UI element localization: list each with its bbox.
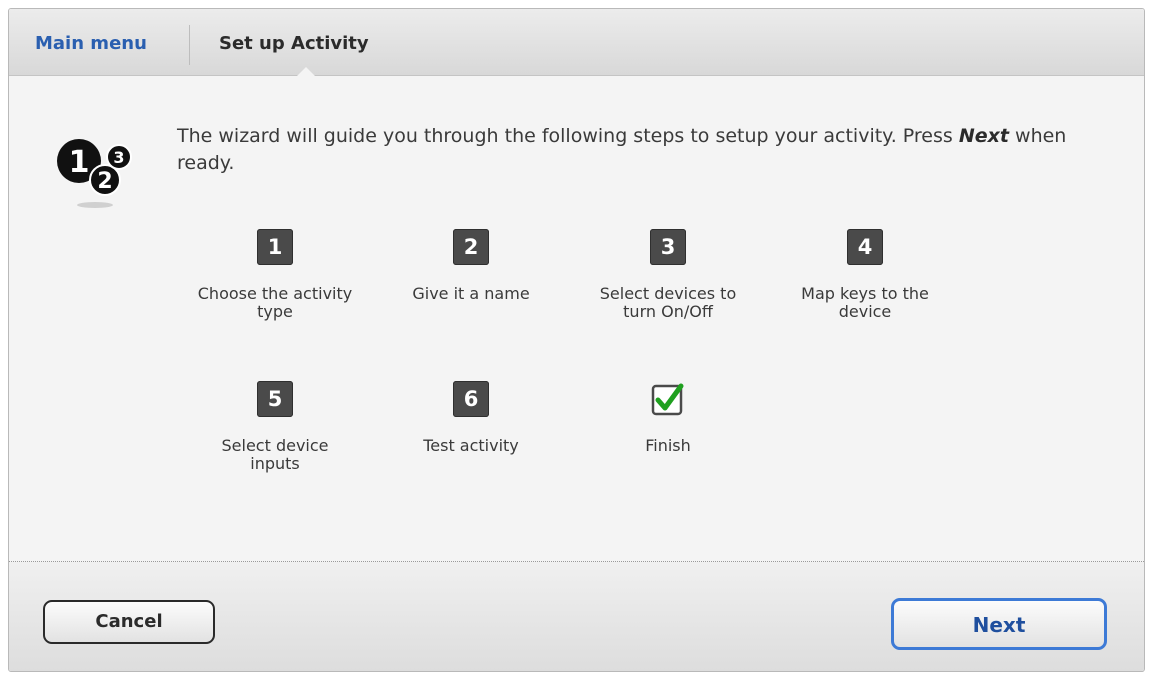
step-label-line: inputs: [250, 454, 300, 473]
intro-next-emphasis: Next: [958, 125, 1009, 147]
step-label: Choose the activity type: [175, 285, 375, 321]
step-label-line: turn On/Off: [623, 302, 713, 321]
step-number-badge: 6: [453, 381, 489, 417]
breadcrumb-separator: [189, 25, 190, 65]
cancel-button[interactable]: Cancel: [43, 600, 215, 644]
step-number-badge: 3: [650, 229, 686, 265]
step-6: 6 Test activity: [371, 381, 571, 455]
wizard-window: Main menu Set up Activity 1 2 3 The wiza…: [8, 8, 1145, 672]
step-label-line: device: [838, 302, 892, 321]
step-number-badge: 5: [257, 381, 293, 417]
step-finish: Finish: [568, 381, 768, 455]
step-label: Test activity: [371, 437, 571, 455]
page-title: Set up Activity: [219, 33, 369, 54]
step-1: 1 Choose the activity type: [175, 229, 375, 321]
next-button[interactable]: Next: [891, 598, 1107, 650]
step-4: 4 Map keys to the device: [765, 229, 965, 321]
svg-text:2: 2: [97, 169, 112, 194]
step-label-line: Select devices to: [599, 284, 737, 303]
main-menu-link[interactable]: Main menu: [35, 33, 147, 54]
step-label-line: type: [257, 302, 293, 321]
step-2: 2 Give it a name: [371, 229, 571, 303]
step-label-line: Test activity: [423, 436, 519, 455]
svg-text:1: 1: [69, 145, 90, 180]
step-label: Give it a name: [371, 285, 571, 303]
step-number-badge: 4: [847, 229, 883, 265]
footer-bar: Cancel Next: [9, 562, 1144, 671]
step-label-line: Map keys to the: [801, 284, 929, 303]
green-checkmark-icon: [651, 383, 684, 416]
step-label-line: Finish: [645, 436, 691, 455]
step-label: Finish: [568, 437, 768, 455]
intro-text: The wizard will guide you through the fo…: [177, 123, 1077, 177]
step-label-line: Select device: [221, 436, 329, 455]
svg-text:3: 3: [113, 148, 124, 167]
intro-text-start: The wizard will guide you through the fo…: [177, 125, 959, 147]
breadcrumb-pointer: [297, 67, 315, 76]
header-bar: Main menu Set up Activity: [9, 9, 1144, 76]
step-label: Select device inputs: [175, 437, 375, 473]
step-number-badge: 2: [453, 229, 489, 265]
step-3: 3 Select devices to turn On/Off: [568, 229, 768, 321]
step-label: Map keys to the device: [765, 285, 965, 321]
step-label: Select devices to turn On/Off: [568, 285, 768, 321]
step-number-badge: 1: [257, 229, 293, 265]
step-5: 5 Select device inputs: [175, 381, 375, 473]
step-label-line: Give it a name: [412, 284, 530, 303]
step-label-line: Choose the activity: [197, 284, 353, 303]
steps-123-icon: 1 2 3: [57, 139, 132, 208]
